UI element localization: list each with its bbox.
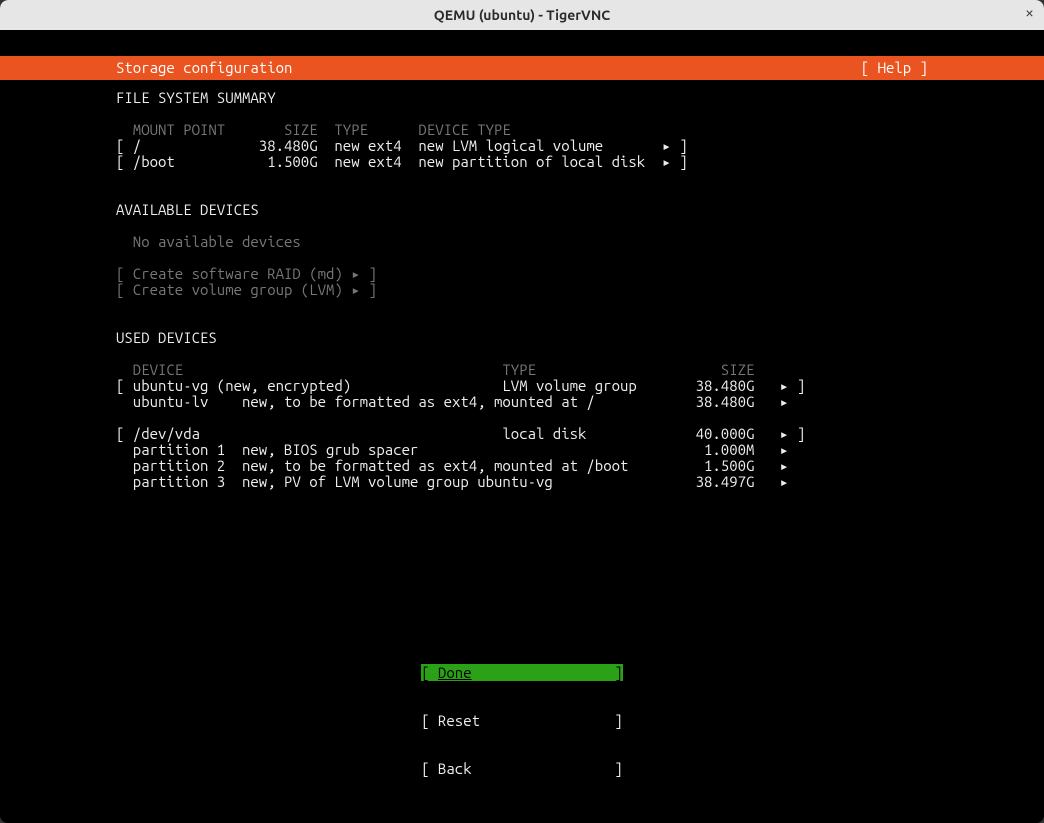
- used-device-partition[interactable]: partition 2 new, to be formatted as ext4…: [116, 457, 789, 474]
- no-available-devices: No available devices: [116, 233, 301, 250]
- used-device-disk[interactable]: [ /dev/vda local disk 40.000G ▸ ]: [116, 425, 805, 442]
- fs-header: MOUNT POINT SIZE TYPE DEVICE TYPE: [116, 121, 511, 138]
- window-gap: [0, 30, 1044, 56]
- reset-button[interactable]: [ Reset ]: [421, 712, 623, 729]
- used-device-lv[interactable]: ubuntu-lv new, to be formatted as ext4, …: [116, 393, 789, 410]
- action-buttons: [ Done ] [ Reset ] [ Back ]: [0, 633, 1044, 809]
- done-button[interactable]: [ Done ]: [421, 664, 623, 681]
- used-device-vg[interactable]: [ ubuntu-vg (new, encrypted) LVM volume …: [116, 377, 805, 394]
- help-button[interactable]: [ Help ]: [861, 56, 1044, 80]
- window-titlebar[interactable]: QEMU (ubuntu) - TigerVNC ×: [0, 0, 1044, 30]
- fs-row[interactable]: [ / 38.480G new ext4 new LVM logical vol…: [116, 137, 688, 154]
- create-lvm-button[interactable]: [ Create volume group (LVM) ▸ ]: [116, 281, 377, 298]
- used-header: DEVICE TYPE SIZE: [116, 361, 754, 378]
- terminal-area: FILE SYSTEM SUMMARY MOUNT POINT SIZE TYP…: [0, 80, 1044, 823]
- fs-summary-title: FILE SYSTEM SUMMARY: [116, 89, 276, 106]
- page-title: Storage configuration: [0, 56, 861, 80]
- close-icon[interactable]: ×: [1025, 4, 1034, 22]
- create-raid-button[interactable]: [ Create software RAID (md) ▸ ]: [116, 265, 377, 282]
- used-device-partition[interactable]: partition 1 new, BIOS grub spacer 1.000M…: [116, 441, 789, 458]
- fs-row[interactable]: [ /boot 1.500G new ext4 new partition of…: [116, 153, 688, 170]
- used-device-partition[interactable]: partition 3 new, PV of LVM volume group …: [116, 473, 789, 490]
- back-button[interactable]: [ Back ]: [421, 760, 623, 777]
- installer-header: Storage configuration [ Help ]: [0, 56, 1044, 80]
- window-title: QEMU (ubuntu) - TigerVNC: [434, 7, 610, 23]
- vnc-window: QEMU (ubuntu) - TigerVNC × Storage confi…: [0, 0, 1044, 823]
- available-devices-title: AVAILABLE DEVICES: [116, 201, 259, 218]
- used-devices-title: USED DEVICES: [116, 329, 217, 346]
